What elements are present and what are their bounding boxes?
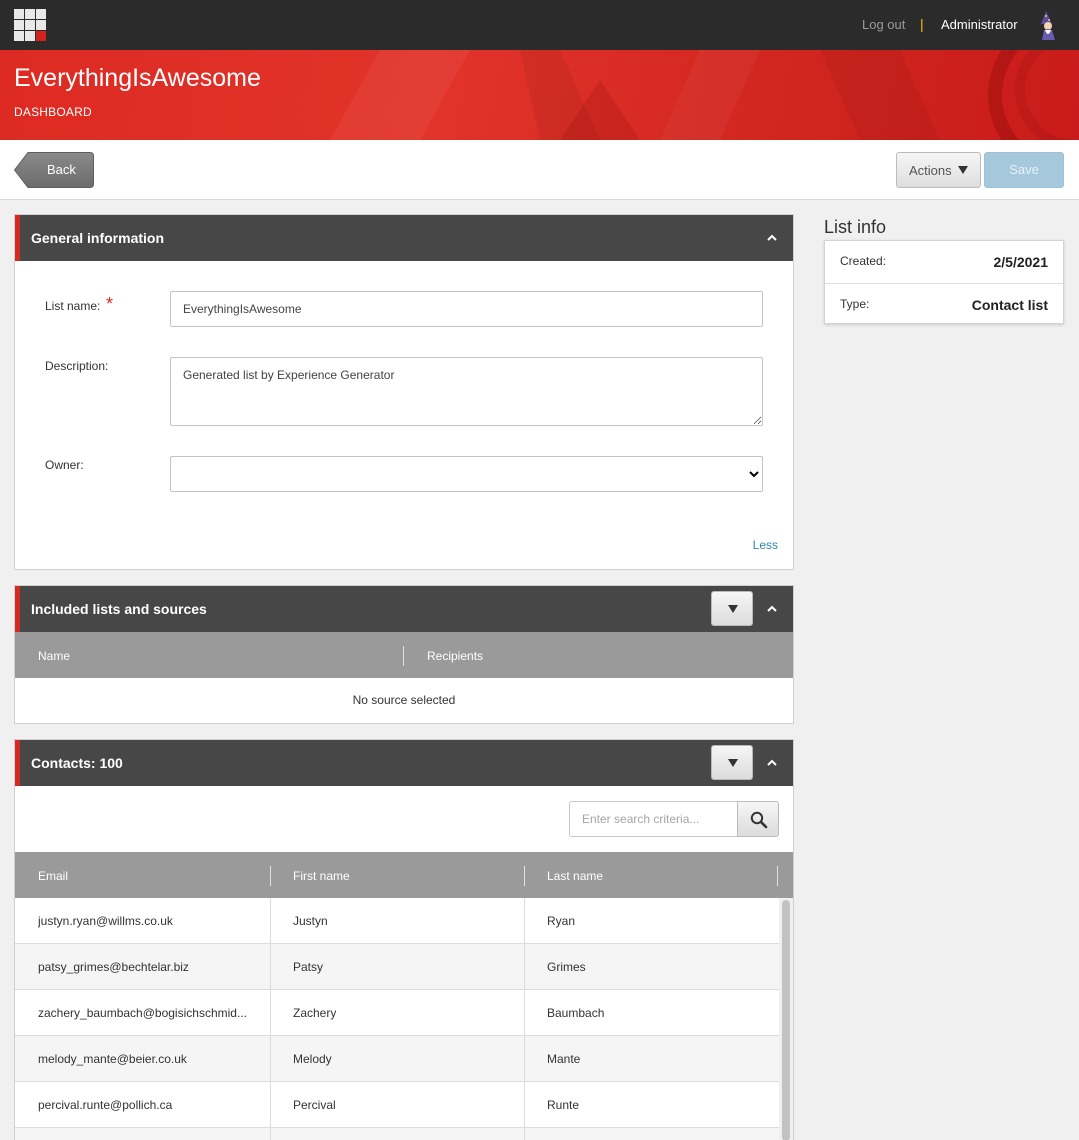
type-value: Contact list (971, 297, 1048, 313)
page-title: EverythingIsAwesome (14, 64, 261, 92)
chevron-up-icon[interactable] (767, 233, 777, 243)
list-name-label: List name: (45, 299, 101, 313)
contacts-panel: Contacts: 100 Email First name Last name… (14, 739, 794, 1140)
column-header-recipients[interactable]: Recipients (427, 649, 483, 663)
list-name-input[interactable] (170, 291, 763, 327)
less-link[interactable]: Less (753, 538, 778, 552)
cell-first-name: Melody (293, 1052, 332, 1066)
cell-email: zachery_baumbach@bogisichschmid... (38, 1006, 247, 1020)
search-icon (750, 811, 768, 829)
cell-first-name: Justyn (293, 914, 328, 928)
included-lists-header[interactable]: Included lists and sources (15, 586, 793, 632)
included-lists-dropdown-button[interactable] (711, 591, 753, 626)
cell-last-name: Ryan (547, 914, 576, 928)
description-textarea[interactable]: Generated list by Experience Generator (170, 357, 763, 426)
back-button-label: Back (47, 162, 76, 177)
list-info-box: Created: 2/5/2021 Type: Contact list (824, 240, 1064, 324)
search-input[interactable] (570, 802, 737, 836)
logout-link[interactable]: Log out (862, 17, 905, 32)
column-header-first-name[interactable]: First name (293, 869, 350, 883)
cell-email: justyn.ryan@willms.co.uk (38, 914, 173, 928)
owner-label: Owner: (45, 458, 84, 472)
included-lists-panel: Included lists and sources Name Recipien… (14, 585, 794, 724)
column-header-email[interactable]: Email (38, 869, 68, 883)
cell-email: patsy_grimes@bechtelar.biz (38, 960, 189, 974)
type-label: Type: (840, 297, 870, 311)
cell-last-name: Runte (547, 1098, 580, 1112)
empty-message: No source selected (352, 693, 456, 707)
sources-table-header: Name Recipients (15, 632, 793, 678)
cell-last-name: Mante (547, 1052, 581, 1066)
table-row[interactable]: zachery_baumbach@bogisichschmid... Zache… (15, 990, 779, 1036)
table-row[interactable]: justyn.ryan@willms.co.uk Justyn Ryan (15, 898, 779, 944)
caret-down-icon (958, 166, 968, 174)
save-button[interactable]: Save (984, 152, 1064, 188)
cell-last-name: Grimes (547, 960, 586, 974)
general-information-panel: General information List name: * Descrip… (14, 214, 794, 570)
column-header-last-name[interactable]: Last name (547, 869, 603, 883)
toolbar: Back Actions Save (0, 140, 1079, 200)
chevron-up-icon[interactable] (767, 604, 777, 614)
cell-email: melody_mante@beier.co.uk (38, 1052, 187, 1066)
contacts-header[interactable]: Contacts: 100 (15, 740, 793, 786)
cell-first-name: Patsy (293, 960, 324, 974)
user-name[interactable]: Administrator (941, 17, 1018, 32)
breadcrumb[interactable]: DASHBOARD (14, 105, 92, 119)
created-row: Created: 2/5/2021 (825, 241, 1063, 283)
cell-last-name: Baumbach (547, 1006, 605, 1020)
table-row[interactable]: melody_mante@beier.co.uk Melody Mante (15, 1036, 779, 1082)
list-info-title: List info (824, 217, 887, 237)
page-banner: EverythingIsAwesome DASHBOARD (0, 50, 1079, 140)
cell-first-name: Zachery (293, 1006, 337, 1020)
table-row[interactable]: patsy_grimes@bechtelar.biz Patsy Grimes (15, 944, 779, 990)
table-row[interactable]: percival.runte@pollich.ca Percival Runte (15, 1082, 779, 1128)
top-bar: Log out | Administrator (0, 0, 1079, 50)
panel-title: General information (31, 230, 165, 246)
back-button[interactable]: Back (14, 152, 94, 188)
panel-title: Contacts: 100 (31, 755, 123, 771)
general-information-header[interactable]: General information (15, 215, 793, 261)
actions-button-label: Actions (909, 163, 952, 178)
app-launcher-icon[interactable] (14, 9, 46, 41)
created-value: 2/5/2021 (993, 254, 1049, 270)
panel-title: Included lists and sources (31, 601, 207, 617)
contacts-table-header: Email First name Last name (15, 852, 793, 898)
caret-down-icon (728, 759, 738, 767)
required-marker: * (106, 294, 114, 314)
table-row[interactable] (15, 1128, 779, 1140)
topbar-separator: | (920, 16, 924, 32)
contacts-dropdown-button[interactable] (711, 745, 753, 780)
chevron-up-icon[interactable] (767, 758, 777, 768)
contacts-table-body: justyn.ryan@willms.co.uk Justyn Ryan pat… (15, 898, 779, 1140)
cell-first-name: Percival (293, 1098, 336, 1112)
owner-select[interactable] (170, 456, 763, 492)
search-button[interactable] (737, 801, 779, 837)
type-row: Type: Contact list (825, 283, 1063, 325)
scrollbar-thumb[interactable] (782, 900, 790, 1140)
created-label: Created: (840, 254, 887, 268)
wizard-avatar-icon[interactable] (1037, 10, 1059, 40)
cell-email: percival.runte@pollich.ca (38, 1098, 173, 1112)
description-label: Description: (45, 359, 109, 373)
caret-down-icon (728, 605, 738, 613)
column-header-name[interactable]: Name (38, 649, 70, 663)
actions-button[interactable]: Actions (896, 152, 981, 188)
contact-search (569, 801, 779, 837)
